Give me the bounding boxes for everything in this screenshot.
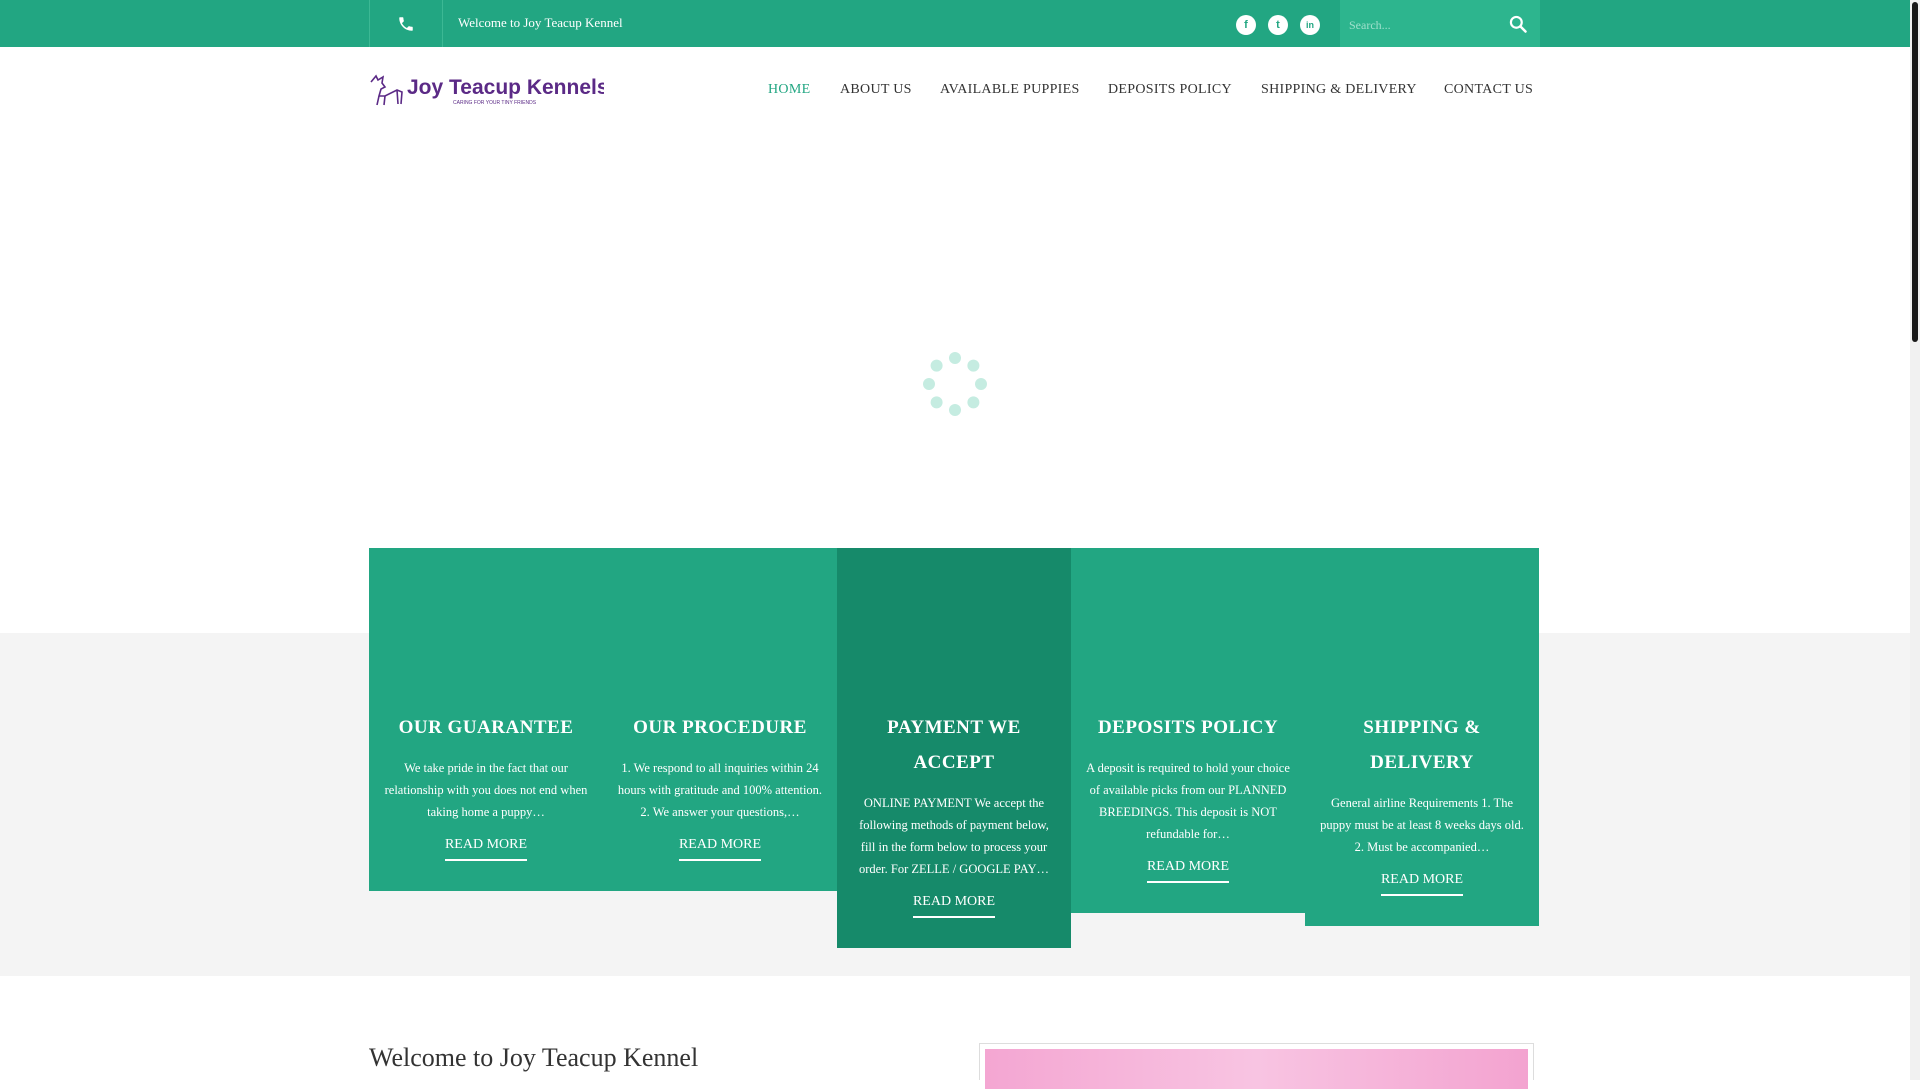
facebook-icon[interactable]: f xyxy=(1236,15,1256,35)
svg-text:CARING FOR YOUR TINY FRIENDS: CARING FOR YOUR TINY FRIENDS xyxy=(453,100,537,106)
card-deposits-policy: DEPOSITS POLICY A deposit is required to… xyxy=(1071,548,1305,913)
search-button[interactable] xyxy=(1503,10,1533,38)
top-bar xyxy=(0,0,1910,47)
twitter-icon[interactable]: t xyxy=(1268,15,1288,35)
phone-icon[interactable] xyxy=(369,0,443,47)
loading-spinner-icon xyxy=(923,352,987,416)
read-more-link[interactable]: READ MORE xyxy=(678,837,762,861)
card-payment-we-accept: PAYMENT WE ACCEPT ONLINE PAYMENT We acce… xyxy=(837,548,1071,948)
nav-available-puppies[interactable]: AVAILABLE PUPPIES xyxy=(940,82,1080,98)
welcome-heading: Welcome to Joy Teacup Kennel xyxy=(369,1043,699,1072)
card-title: DEPOSITS POLICY xyxy=(1097,717,1279,738)
card-text: A deposit is required to hold your choic… xyxy=(1086,761,1290,841)
card-title: PAYMENT WE ACCEPT xyxy=(887,717,1021,773)
nav-contact-us[interactable]: CONTACT US xyxy=(1444,82,1533,98)
search-input[interactable] xyxy=(1347,12,1491,38)
nav-home[interactable]: HOME xyxy=(768,82,810,98)
nav-shipping-delivery[interactable]: SHIPPING & DELIVERY xyxy=(1261,82,1417,98)
card-text: General airline Requirements 1. The pupp… xyxy=(1320,796,1524,854)
nav-deposits-policy[interactable]: DEPOSITS POLICY xyxy=(1108,82,1232,98)
read-more-link[interactable]: READ MORE xyxy=(444,837,528,861)
card-text: We take pride in the fact that our relat… xyxy=(384,761,588,819)
scrollbar-thumb[interactable] xyxy=(1912,2,1918,342)
welcome-image-frame xyxy=(979,1043,1534,1089)
nav-about-us[interactable]: ABOUT US xyxy=(840,82,912,98)
card-title: OUR GUARANTEE xyxy=(398,717,574,738)
read-more-link[interactable]: READ MORE xyxy=(912,894,996,918)
card-text: ONLINE PAYMENT We accept the following m… xyxy=(858,796,1050,876)
card-title: OUR PROCEDURE xyxy=(633,717,807,738)
read-more-link[interactable]: READ MORE xyxy=(1380,872,1464,896)
svg-text:Joy Teacup Kennels: Joy Teacup Kennels xyxy=(407,76,604,99)
welcome-message: Welcome to Joy Teacup Kennel xyxy=(458,15,623,30)
read-more-link[interactable]: READ MORE xyxy=(1146,859,1230,883)
card-shipping-delivery: SHIPPING & DELIVERY General airline Requ… xyxy=(1305,548,1539,926)
card-title: SHIPPING & DELIVERY xyxy=(1363,717,1481,773)
card-our-procedure: OUR PROCEDURE 1. We respond to all inqui… xyxy=(603,548,837,891)
dog-logo-icon: Joy Teacup Kennels CARING FOR YOUR TINY … xyxy=(370,74,609,106)
welcome-image xyxy=(985,1049,1528,1089)
site-logo[interactable]: Joy Teacup Kennels CARING FOR YOUR TINY … xyxy=(369,68,609,108)
search-icon xyxy=(1509,15,1527,33)
linkedin-icon[interactable]: in xyxy=(1300,15,1320,35)
card-our-guarantee: OUR GUARANTEE We take pride in the fact … xyxy=(369,548,603,891)
card-text: 1. We respond to all inquiries within 24… xyxy=(617,761,823,819)
